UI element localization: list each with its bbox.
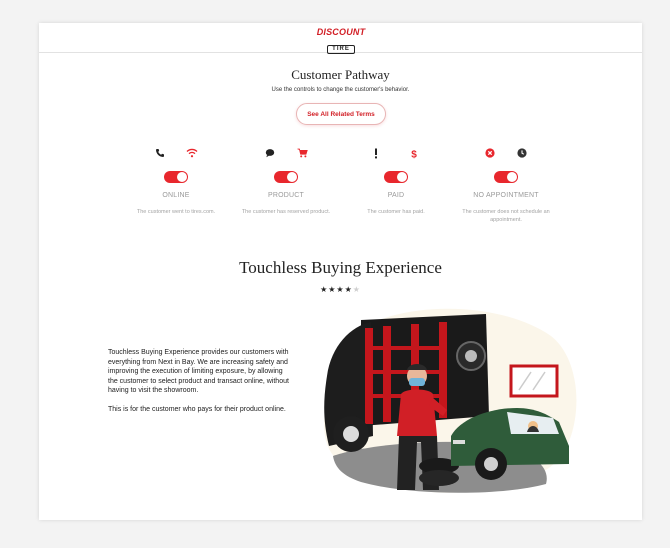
cart-icon [296, 147, 308, 159]
discount-tire-logo[interactable]: DISCOUNT TIRE [315, 27, 367, 54]
star-empty-icon: ★ [352, 285, 361, 294]
star-icon: ★ [344, 285, 353, 294]
paid-toggle[interactable] [384, 171, 408, 183]
control-description: The customer went to tires.com. [136, 209, 216, 215]
toggle-knob [287, 172, 297, 182]
product-toggle[interactable] [274, 171, 298, 183]
star-icon: ★ [320, 285, 329, 294]
toggle-knob [177, 172, 187, 182]
control-label: NO APPOINTMENT [473, 192, 539, 199]
experience-description: Touchless Buying Experience provides our… [108, 348, 294, 424]
control-label: PRODUCT [267, 192, 304, 199]
logo-text-bottom: TIRE [327, 45, 355, 54]
toggle-knob [397, 172, 407, 182]
control-label: PAID [387, 192, 405, 199]
phone-icon [154, 147, 166, 159]
control-no-appointment: NO APPOINTMENT The customer does not sch… [450, 147, 562, 223]
logo-text-top: DISCOUNT [316, 27, 366, 37]
top-bar: DISCOUNT TIRE [39, 23, 642, 54]
touchless-illustration [321, 306, 579, 496]
no-appointment-toggle[interactable] [494, 171, 518, 183]
star-icon: ★ [336, 285, 345, 294]
description-paragraph: Touchless Buying Experience provides our… [108, 349, 289, 395]
control-description: The customer has reserved product. [241, 209, 331, 215]
toggle-knob [507, 172, 517, 182]
chat-icon [264, 147, 276, 159]
svg-text:$: $ [411, 149, 417, 159]
wifi-icon [186, 147, 198, 159]
description-paragraph: This is for the customer who pays for th… [108, 405, 286, 413]
control-paid: $ PAID The customer has paid. [340, 147, 452, 215]
pathway-title: Customer Pathway [291, 67, 390, 82]
control-online: ONLINE The customer went to tires.com. [120, 147, 232, 215]
control-description: The customer does not schedule an appoin… [462, 209, 550, 223]
see-all-terms-button[interactable]: See All Related Terms [296, 103, 386, 125]
clock-icon [516, 147, 528, 159]
control-label: ONLINE [162, 192, 190, 199]
online-toggle[interactable] [164, 171, 188, 183]
control-description: The customer has paid. [367, 209, 425, 215]
x-circle-icon [484, 147, 496, 159]
pathway-subtitle: Use the controls to change the customer'… [271, 87, 410, 93]
control-product: PRODUCT The customer has reserved produc… [230, 147, 342, 215]
main-card: DISCOUNT TIRE Customer Pathway Use the c… [39, 23, 642, 520]
dollar-icon: $ [408, 147, 420, 159]
experience-title: Touchless Buying Experience [239, 258, 442, 277]
exclamation-icon [370, 147, 382, 159]
star-rating: ★★★★★ [39, 285, 642, 294]
